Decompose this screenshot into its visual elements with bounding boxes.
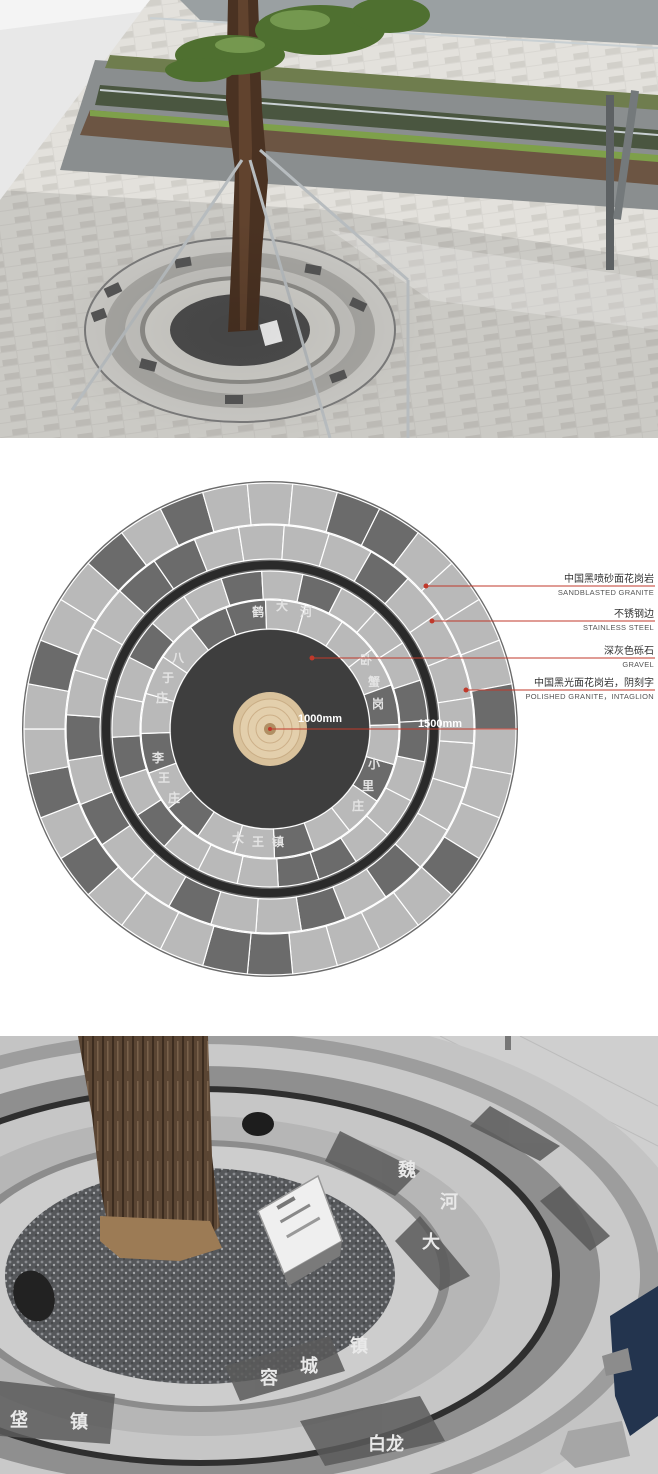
plan-tile	[237, 524, 285, 562]
annotation-gravel-en: GRAVEL	[622, 660, 654, 669]
dimension-inner-label: 1000mm	[298, 713, 342, 725]
photo-tree-installed-aerial-illustration	[0, 0, 658, 438]
plan-tile	[261, 570, 304, 603]
plan-tile	[65, 714, 103, 762]
annotation-list: 中国黑喷砂面花岗岩 SANDBLASTED GRANITE 不锈钢边 STAIN…	[525, 572, 654, 701]
tree-pit-plan-svg: 鹤 大 河 卧 蟹 岗 小 里 庄 大 王 镇 李 王 庄 八 于 庄 1000…	[22, 481, 655, 977]
plan-tile	[23, 728, 70, 775]
tree-pit-plan-drawing: 鹤 大 河 卧 蟹 岗 小 里 庄 大 王 镇 李 王 庄 八 于 庄 1000…	[0, 438, 658, 1036]
annotation-stainless-en: STAINLESS STEEL	[583, 623, 654, 632]
photo-engraved-char: 城	[300, 1355, 318, 1377]
photo-tree-pit-closeup: 容 城 镇 白龙 垡 镇 河 大 魏	[0, 1036, 658, 1474]
photo-tree-pit-closeup-illustration: 容 城 镇 白龙 垡 镇 河 大 魏	[0, 1036, 658, 1474]
engraved-char: 李	[151, 750, 165, 765]
engraved-char: 岗	[372, 697, 384, 711]
photo-engraved-char: 镇	[350, 1335, 368, 1357]
engraved-char: 河	[299, 604, 312, 619]
engraved-char: 镇	[272, 834, 284, 849]
photo-engraved-char: 魏	[397, 1159, 416, 1181]
plan-tile	[246, 932, 294, 976]
photo-tree-installed-aerial	[0, 0, 658, 438]
engraved-char: 八	[171, 651, 185, 665]
annotation-sandblasted-cn: 中国黑喷砂面花岗岩	[564, 572, 654, 585]
photo-engraved-char: 河	[440, 1192, 458, 1213]
dimension-outer-label: 1500mm	[418, 718, 462, 730]
engraved-char: 鹤	[252, 604, 264, 619]
plan-tile	[111, 695, 144, 738]
plan-tile	[236, 855, 279, 888]
photo-engraved-char: 容	[260, 1367, 278, 1389]
engraved-char: 于	[162, 671, 174, 685]
plan-tile	[255, 896, 303, 934]
engraved-char: 庄	[352, 798, 364, 813]
engraved-char: 小	[368, 756, 380, 771]
annotation-gravel-cn: 深灰色砾石	[604, 644, 654, 657]
engraved-char: 大	[232, 830, 244, 845]
annotation-polished-cn: 中国黑光面花岗岩，阴刻字	[534, 676, 654, 689]
plan-tile	[470, 683, 517, 730]
engraved-char: 王	[158, 771, 170, 785]
photo-engraved-char: 垡	[10, 1409, 28, 1431]
annotation-stainless-cn: 不锈钢边	[614, 607, 654, 620]
engraved-char: 庄	[168, 790, 180, 805]
photo-engraved-char: 大	[422, 1231, 440, 1253]
engraved-char: 王	[252, 835, 264, 849]
engraved-char: 卧	[360, 653, 372, 667]
engraved-char: 大	[276, 598, 288, 613]
engraved-char: 里	[362, 778, 374, 793]
photo-engraved-char: 白龙	[368, 1433, 404, 1455]
engraved-char: 蟹	[367, 674, 380, 689]
engraved-char: 庄	[156, 690, 168, 705]
photo-engraved-char: 镇	[70, 1411, 88, 1433]
plan-tile	[246, 482, 294, 526]
annotation-sandblasted-en: SANDBLASTED GRANITE	[558, 588, 654, 597]
annotation-polished-en: POLISHED GRANITE，INTAGLION	[525, 692, 654, 701]
